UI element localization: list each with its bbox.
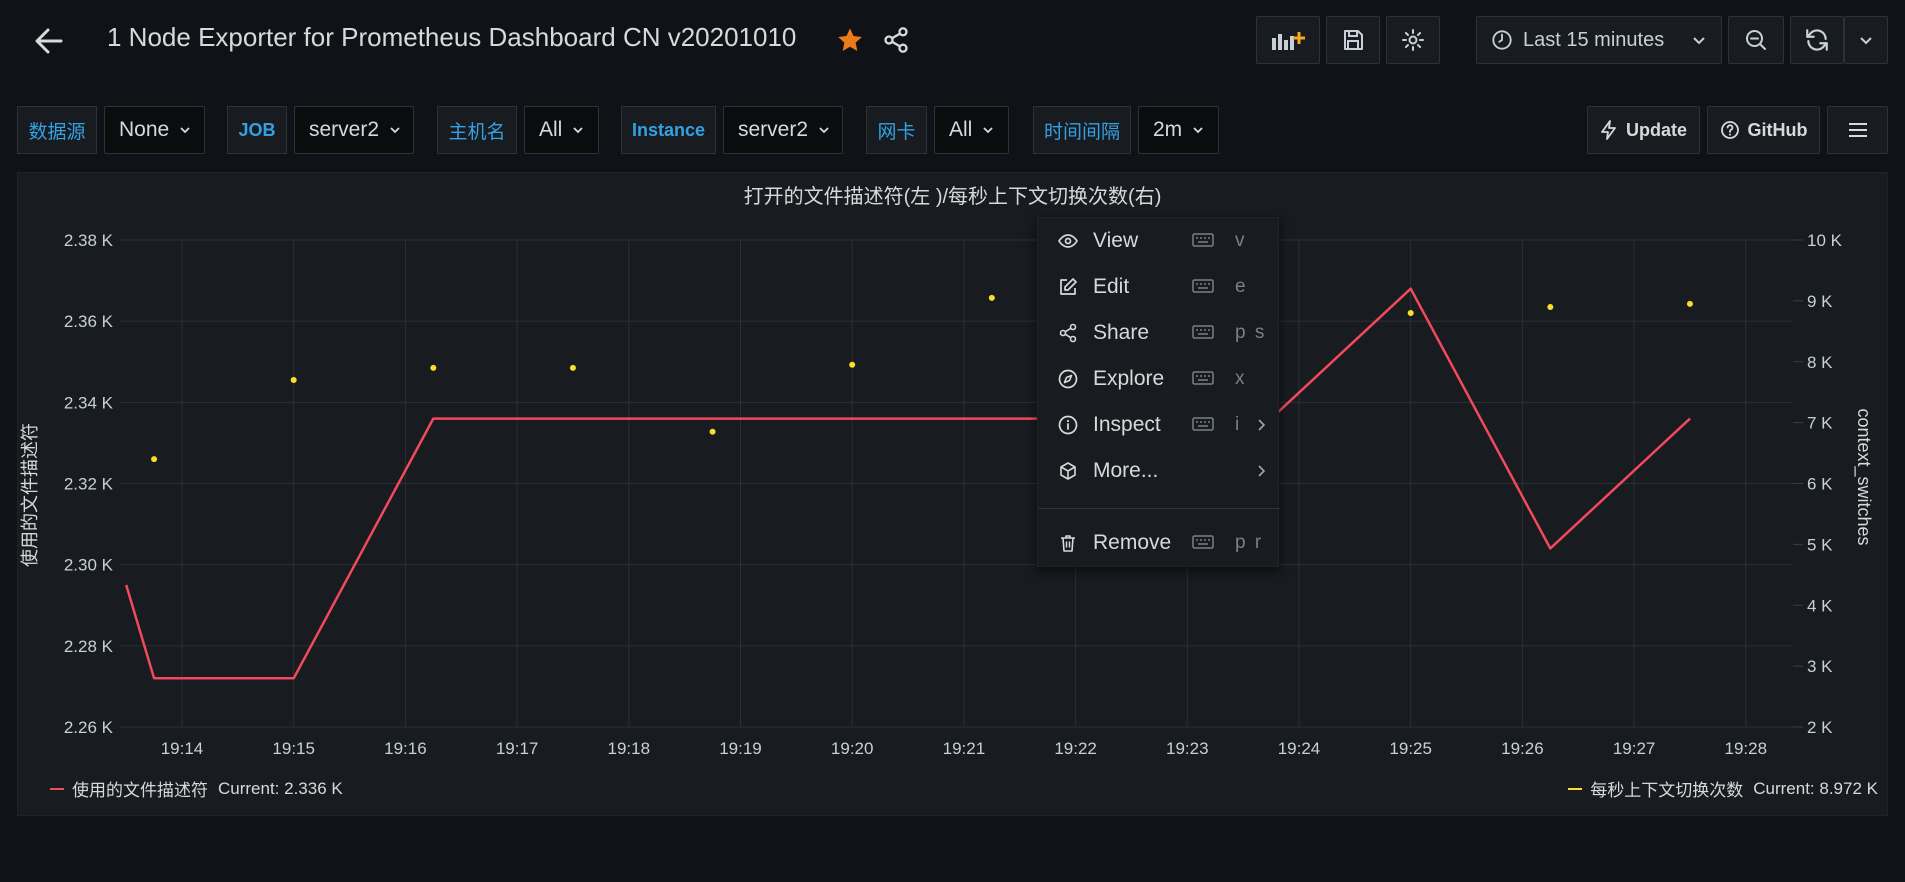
y-tick-right: 5 K xyxy=(1807,535,1833,554)
menu-label: Share xyxy=(1093,321,1150,344)
legend-name: 每秒上下文切换次数 xyxy=(1590,781,1744,800)
legend-item-ctx[interactable]: 每秒上下文切换次数 Current: 8.972 K xyxy=(1568,776,1878,801)
keyboard-icon xyxy=(1192,371,1214,385)
menu-item-view[interactable]: View v xyxy=(1038,218,1280,264)
series-point-1 xyxy=(988,294,995,301)
x-tick: 19:17 xyxy=(496,739,539,758)
y-tick-left: 2.26 K xyxy=(64,718,114,737)
y-tick-left: 2.28 K xyxy=(64,637,114,656)
y-tick-right: 4 K xyxy=(1807,596,1833,615)
x-tick: 19:16 xyxy=(384,739,427,758)
menu-label: Edit xyxy=(1093,275,1130,298)
menu-shortcut: p s xyxy=(1235,322,1267,343)
x-tick: 19:15 xyxy=(272,739,315,758)
legend-current: Current: 8.972 K xyxy=(1753,778,1878,798)
y-tick-right: 7 K xyxy=(1807,414,1833,433)
series-point-1 xyxy=(1407,310,1414,317)
series-point-1 xyxy=(290,377,297,384)
menu-label: More... xyxy=(1093,459,1159,482)
y-tick-right: 9 K xyxy=(1807,292,1833,311)
info-circle-icon xyxy=(1058,415,1078,435)
y-axis-label-right: context_switches xyxy=(1853,408,1874,545)
cube-icon xyxy=(1060,462,1076,480)
chevron-right-icon xyxy=(1258,419,1266,431)
x-tick: 19:26 xyxy=(1501,739,1544,758)
trash-icon xyxy=(1061,535,1075,552)
edit-icon xyxy=(1060,278,1077,295)
series-point-1 xyxy=(709,428,716,435)
eye-icon xyxy=(1058,234,1078,248)
y-tick-right: 2 K xyxy=(1807,718,1833,737)
menu-shortcut: v xyxy=(1235,230,1247,251)
x-tick: 19:24 xyxy=(1278,739,1321,758)
chevron-right-icon xyxy=(1258,465,1266,477)
y-tick-left: 2.30 K xyxy=(64,556,114,575)
y-tick-right: 3 K xyxy=(1807,657,1833,676)
x-tick: 19:21 xyxy=(943,739,986,758)
y-tick-right: 8 K xyxy=(1807,353,1833,372)
x-tick: 19:28 xyxy=(1725,739,1768,758)
keyboard-icon xyxy=(1192,279,1214,293)
chart-canvas[interactable]: 2.38 K 2.36 K 2.34 K 2.32 K 2.30 K 2.28 K 2.26… xyxy=(0,0,1905,882)
menu-item-inspect[interactable]: Inspect i xyxy=(1038,402,1280,448)
x-tick: 19:14 xyxy=(161,739,204,758)
menu-label: Remove xyxy=(1093,531,1172,554)
panel-context-menu: View v Edit e Share p s Explore x Inspec… xyxy=(1037,217,1280,567)
menu-item-remove[interactable]: Remove p r xyxy=(1038,520,1280,566)
series-point-1 xyxy=(430,364,437,371)
x-tick: 19:25 xyxy=(1389,739,1432,758)
y-tick-left: 2.32 K xyxy=(64,475,114,494)
x-tick: 19:18 xyxy=(608,739,651,758)
x-tick: 19:22 xyxy=(1054,739,1097,758)
legend-current: Current: 2.336 K xyxy=(218,778,343,798)
y-axis-label-left: 使用的文件描述符 xyxy=(20,423,40,567)
menu-shortcut: i xyxy=(1235,414,1242,435)
compass-icon xyxy=(1058,369,1078,389)
menu-item-edit[interactable]: Edit e xyxy=(1038,264,1280,310)
menu-divider xyxy=(1038,508,1280,509)
series-point-1 xyxy=(1686,300,1693,307)
x-tick: 19:23 xyxy=(1166,739,1209,758)
keyboard-icon xyxy=(1192,535,1214,549)
x-tick: 19:20 xyxy=(831,739,874,758)
menu-label: View xyxy=(1093,229,1139,252)
menu-shortcut: x xyxy=(1235,368,1247,389)
menu-shortcut: p r xyxy=(1235,532,1264,553)
x-tick: 19:19 xyxy=(719,739,762,758)
menu-item-more[interactable]: More... xyxy=(1038,448,1280,494)
y-tick-left: 2.34 K xyxy=(64,393,114,412)
menu-label: Inspect xyxy=(1093,413,1161,436)
series-point-1 xyxy=(569,364,576,371)
share-icon xyxy=(1059,323,1077,343)
series-point-1 xyxy=(151,456,158,463)
y-tick-left: 2.38 K xyxy=(64,231,114,250)
y-tick-left: 2.36 K xyxy=(64,312,114,331)
keyboard-icon xyxy=(1192,417,1214,431)
menu-item-share[interactable]: Share p s xyxy=(1038,310,1280,356)
series-point-1 xyxy=(849,361,856,368)
series-point-1 xyxy=(1547,303,1554,310)
menu-shortcut: e xyxy=(1235,276,1248,297)
y-tick-right: 10 K xyxy=(1807,231,1843,250)
legend-name: 使用的文件描述符 xyxy=(72,781,208,800)
legend-swatch-yellow xyxy=(1568,787,1583,790)
keyboard-icon xyxy=(1192,233,1214,247)
menu-item-explore[interactable]: Explore x xyxy=(1038,356,1280,402)
menu-label: Explore xyxy=(1093,367,1165,390)
keyboard-icon xyxy=(1192,325,1214,339)
legend-item-fd[interactable]: 使用的文件描述符 Current: 2.336 K xyxy=(50,776,343,801)
legend-swatch-red xyxy=(50,787,64,790)
x-tick: 19:27 xyxy=(1613,739,1656,758)
y-tick-right: 6 K xyxy=(1807,475,1833,494)
